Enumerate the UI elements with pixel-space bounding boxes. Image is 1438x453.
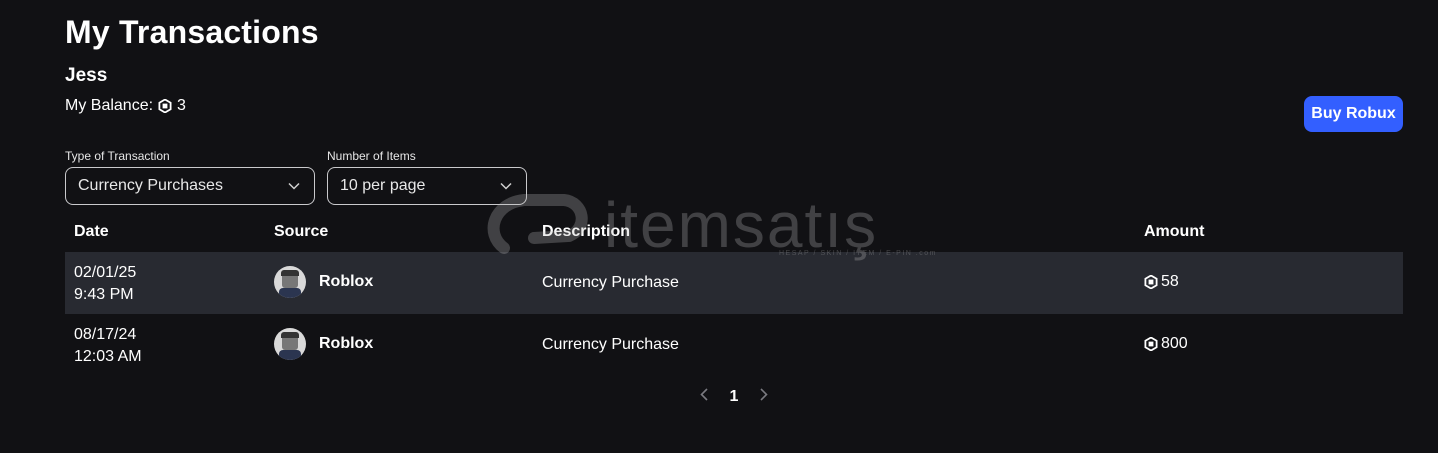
amount-value: 800 — [1161, 335, 1188, 352]
transaction-type-select[interactable]: Currency Purchases — [65, 167, 315, 205]
transaction-type-value: Currency Purchases — [78, 177, 223, 194]
transaction-type-filter: Type of Transaction Currency Purchases — [65, 149, 315, 205]
items-per-page-select[interactable]: 10 per page — [327, 167, 527, 205]
username: Jess — [65, 65, 108, 86]
date-cell: 08/17/24 12:03 AM — [74, 324, 142, 368]
current-page[interactable]: 1 — [730, 388, 739, 406]
items-per-page-filter: Number of Items 10 per page — [327, 149, 527, 205]
table-row: 08/17/24 12:03 AM Roblox Currency Purcha… — [65, 314, 1403, 376]
items-per-page-label: Number of Items — [327, 149, 416, 163]
robux-icon — [1144, 275, 1158, 289]
robux-icon — [1144, 337, 1158, 351]
source-cell[interactable]: Roblox — [274, 266, 373, 298]
header-date: Date — [74, 223, 109, 240]
row-date: 08/17/24 — [74, 326, 137, 343]
transactions-page: My Transactions Jess My Balance: 3 Buy R… — [65, 0, 1403, 453]
source-name[interactable]: Roblox — [319, 335, 373, 353]
source-name[interactable]: Roblox — [319, 273, 373, 291]
header-amount: Amount — [1144, 223, 1205, 240]
source-cell[interactable]: Roblox — [274, 328, 373, 360]
buy-robux-button[interactable]: Buy Robux — [1304, 96, 1403, 132]
balance-label: My Balance: — [65, 97, 154, 114]
table-row: 02/01/25 9:43 PM Roblox Currency Purchas… — [65, 252, 1403, 314]
chevron-left-icon[interactable] — [698, 388, 710, 406]
amount-cell: 800 — [1144, 335, 1188, 353]
pagination: 1 — [65, 388, 1403, 406]
amount-cell: 58 — [1144, 273, 1179, 291]
chevron-right-icon[interactable] — [758, 388, 770, 406]
row-time: 9:43 PM — [74, 286, 134, 303]
row-time: 12:03 AM — [74, 348, 142, 365]
description-cell: Currency Purchase — [542, 274, 679, 291]
avatar[interactable] — [274, 266, 306, 298]
description-cell: Currency Purchase — [542, 336, 679, 353]
table-header: Date Source Description Amount — [65, 210, 1403, 252]
avatar[interactable] — [274, 328, 306, 360]
balance-value: 3 — [177, 97, 186, 114]
header-description: Description — [542, 223, 631, 240]
robux-icon — [158, 99, 172, 113]
amount-value: 58 — [1161, 273, 1179, 290]
transaction-type-label: Type of Transaction — [65, 149, 170, 163]
items-per-page-value: 10 per page — [340, 177, 426, 194]
chevron-down-icon — [500, 182, 512, 190]
date-cell: 02/01/25 9:43 PM — [74, 262, 136, 306]
transactions-table: Date Source Description Amount 02/01/25 … — [65, 210, 1403, 376]
page-title: My Transactions — [65, 14, 319, 50]
header-source: Source — [274, 223, 329, 240]
balance: My Balance: 3 — [65, 97, 186, 115]
chevron-down-icon — [288, 182, 300, 190]
row-date: 02/01/25 — [74, 264, 137, 281]
